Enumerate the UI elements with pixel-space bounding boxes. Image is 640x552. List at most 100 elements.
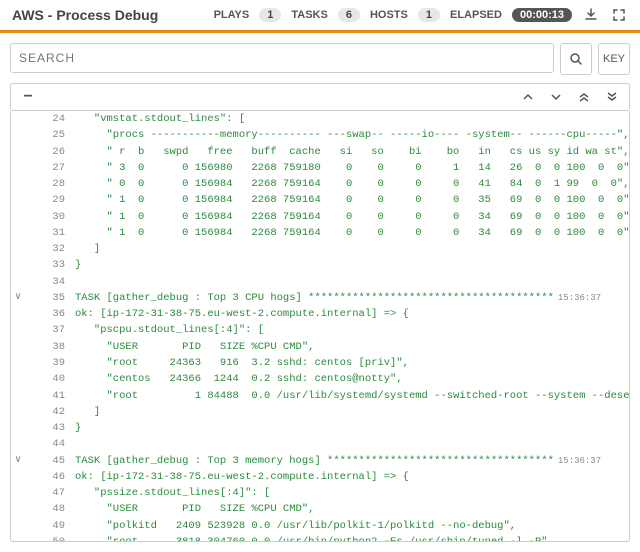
output-pane[interactable]: 24 "vmstat.stdout_lines": [25 "procs ---… <box>10 111 630 542</box>
line-text: ok: [ip-172-31-38-75.eu-west-2.compute.i… <box>75 469 629 485</box>
code-line: 47 "pssize.stdout_lines[:4]": [ <box>11 485 629 501</box>
line-number: 37 <box>25 322 75 338</box>
header-bar: AWS - Process Debug PLAYS 1 TASKS 6 HOST… <box>0 0 640 28</box>
line-text: "root 1 84488 0.0 /usr/lib/systemd/syste… <box>75 388 630 404</box>
code-line: 43} <box>11 420 629 436</box>
code-line: 25 "procs -----------memory---------- --… <box>11 127 629 143</box>
code-line: 27 " 3 0 0 156980 2268 759180 0 0 0 1 14… <box>11 160 629 176</box>
line-number: 46 <box>25 469 75 485</box>
line-number: 34 <box>25 274 75 290</box>
code-line: 41 "root 1 84488 0.0 /usr/lib/systemd/sy… <box>11 388 629 404</box>
key-button[interactable]: KEY <box>598 43 630 75</box>
line-text: } <box>75 257 629 273</box>
code-line: 39 "root 24363 916 3.2 sshd: centos [pri… <box>11 355 629 371</box>
header-rule <box>0 30 640 33</box>
page-title: AWS - Process Debug <box>12 7 158 23</box>
search-input[interactable] <box>10 43 554 73</box>
page-down-icon[interactable] <box>603 88 621 106</box>
line-number: 40 <box>25 371 75 387</box>
line-number: 43 <box>25 420 75 436</box>
line-number: 38 <box>25 339 75 355</box>
line-text: " 1 0 0 156984 2268 759164 0 0 0 0 34 69… <box>75 209 630 225</box>
code-line: ∨35TASK [gather_debug : Top 3 CPU hogs] … <box>11 290 629 306</box>
line-text: " 1 0 0 156984 2268 759164 0 0 0 0 34 69… <box>75 225 630 241</box>
header-stats: PLAYS 1 TASKS 6 HOSTS 1 ELAPSED 00:00:13 <box>214 6 628 24</box>
line-number: 35 <box>25 290 75 306</box>
code-line: 48 "USER PID SIZE %CPU CMD", <box>11 501 629 517</box>
line-number: 48 <box>25 501 75 517</box>
line-number: 31 <box>25 225 75 241</box>
code-line: 38 "USER PID SIZE %CPU CMD", <box>11 339 629 355</box>
line-text: "pssize.stdout_lines[:4]": [ <box>75 485 629 501</box>
tasks-label: TASKS <box>291 9 327 21</box>
hosts-label: HOSTS <box>370 9 408 21</box>
line-number: 29 <box>25 192 75 208</box>
code-line: 28 " 0 0 0 156984 2268 759164 0 0 0 0 41… <box>11 176 629 192</box>
line-text: "procs -----------memory---------- ---sw… <box>75 127 630 143</box>
line-number: 27 <box>25 160 75 176</box>
line-number: 50 <box>25 534 75 542</box>
code-line: 31 " 1 0 0 156984 2268 759164 0 0 0 0 34… <box>11 225 629 241</box>
line-number: 30 <box>25 209 75 225</box>
search-button[interactable] <box>560 43 592 75</box>
code-line: ∨45TASK [gather_debug : Top 3 memory hog… <box>11 453 629 469</box>
line-text: " 3 0 0 156980 2268 759180 0 0 0 1 14 26… <box>75 160 630 176</box>
plays-label: PLAYS <box>214 9 250 21</box>
scroll-top-icon[interactable] <box>519 88 537 106</box>
line-number: 25 <box>25 127 75 143</box>
line-text: "root 24363 916 3.2 sshd: centos [priv]"… <box>75 355 629 371</box>
plays-count: 1 <box>259 8 281 22</box>
line-number: 41 <box>25 388 75 404</box>
line-text: TASK [gather_debug : Top 3 memory hogs] … <box>75 453 629 469</box>
page-up-icon[interactable] <box>575 88 593 106</box>
fold-chevron-icon[interactable]: ∨ <box>11 290 25 306</box>
code-line: 24 "vmstat.stdout_lines": [ <box>11 111 629 127</box>
line-text: ok: [ip-172-31-38-75.eu-west-2.compute.i… <box>75 306 629 322</box>
line-number: 24 <box>25 111 75 127</box>
line-text: "polkitd 2409 523928 0.0 /usr/lib/polkit… <box>75 518 629 534</box>
line-number: 28 <box>25 176 75 192</box>
line-text: "root 3818 304760 0.0 /usr/bin/python2 -… <box>75 534 629 542</box>
download-icon[interactable] <box>582 6 600 24</box>
line-number: 42 <box>25 404 75 420</box>
line-text: TASK [gather_debug : Top 3 CPU hogs] ***… <box>75 290 629 306</box>
timestamp: 15:36:37 <box>558 456 601 466</box>
line-text: ] <box>75 241 629 257</box>
line-text <box>75 436 629 452</box>
timestamp: 15:36:37 <box>558 293 601 303</box>
line-text: } <box>75 420 629 436</box>
code-line: 33} <box>11 257 629 273</box>
code-line: 49 "polkitd 2409 523928 0.0 /usr/lib/pol… <box>11 518 629 534</box>
line-text <box>75 274 629 290</box>
hosts-count: 1 <box>418 8 440 22</box>
code-line: 26 " r b swpd free buff cache si so bi b… <box>11 144 629 160</box>
line-number: 39 <box>25 355 75 371</box>
code-line: 30 " 1 0 0 156984 2268 759164 0 0 0 0 34… <box>11 209 629 225</box>
line-number: 47 <box>25 485 75 501</box>
line-number: 36 <box>25 306 75 322</box>
code-line: 37 "pscpu.stdout_lines[:4]": [ <box>11 322 629 338</box>
line-number: 44 <box>25 436 75 452</box>
scroll-bottom-icon[interactable] <box>547 88 565 106</box>
line-text: "centos 24366 1244 0.2 sshd: centos@nott… <box>75 371 629 387</box>
line-number: 45 <box>25 453 75 469</box>
line-text: "USER PID SIZE %CPU CMD", <box>75 339 629 355</box>
collapse-all-button[interactable]: − <box>19 88 37 106</box>
code-line: 46ok: [ip-172-31-38-75.eu-west-2.compute… <box>11 469 629 485</box>
tasks-count: 6 <box>338 8 360 22</box>
search-icon <box>569 52 583 66</box>
search-row: KEY <box>0 43 640 83</box>
line-text: "USER PID SIZE %CPU CMD", <box>75 501 629 517</box>
code-line: 32 ] <box>11 241 629 257</box>
line-text: "pscpu.stdout_lines[:4]": [ <box>75 322 629 338</box>
line-text: " r b swpd free buff cache si so bi bo i… <box>75 144 630 160</box>
line-text: ] <box>75 404 629 420</box>
line-number: 26 <box>25 144 75 160</box>
code-line: 34 <box>11 274 629 290</box>
line-text: " 1 0 0 156984 2268 759164 0 0 0 0 35 69… <box>75 192 630 208</box>
fold-chevron-icon[interactable]: ∨ <box>11 453 25 469</box>
expand-icon[interactable] <box>610 6 628 24</box>
code-line: 44 <box>11 436 629 452</box>
line-text: "vmstat.stdout_lines": [ <box>75 111 629 127</box>
elapsed-label: ELAPSED <box>450 9 502 21</box>
